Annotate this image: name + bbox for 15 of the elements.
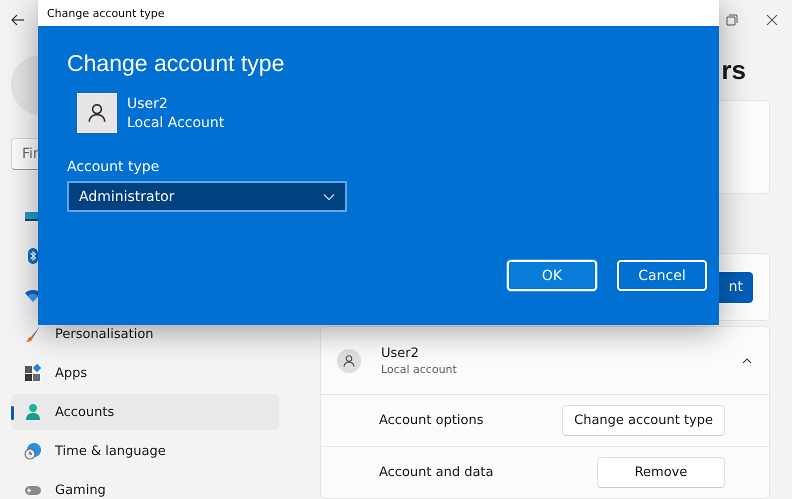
dialog-heading: Change account type (67, 50, 286, 77)
user-name: User2 (381, 346, 420, 360)
nav-label: Accounts (55, 404, 114, 420)
nav-label: Personalisation (55, 326, 154, 342)
page-heading: rs (720, 54, 747, 86)
nav-label: Gaming (55, 482, 106, 498)
account-type: Local account (381, 362, 458, 376)
nav-label: Time & language (55, 444, 166, 458)
account-type: Local Account (127, 114, 224, 130)
field-label: Account type (67, 159, 160, 175)
option-label: Account options (379, 413, 484, 428)
option-label: Account and data (379, 465, 494, 480)
dialog-title: Change account type (38, 0, 719, 26)
user-name: User2 (127, 96, 169, 112)
nav-label: Apps (55, 366, 88, 380)
